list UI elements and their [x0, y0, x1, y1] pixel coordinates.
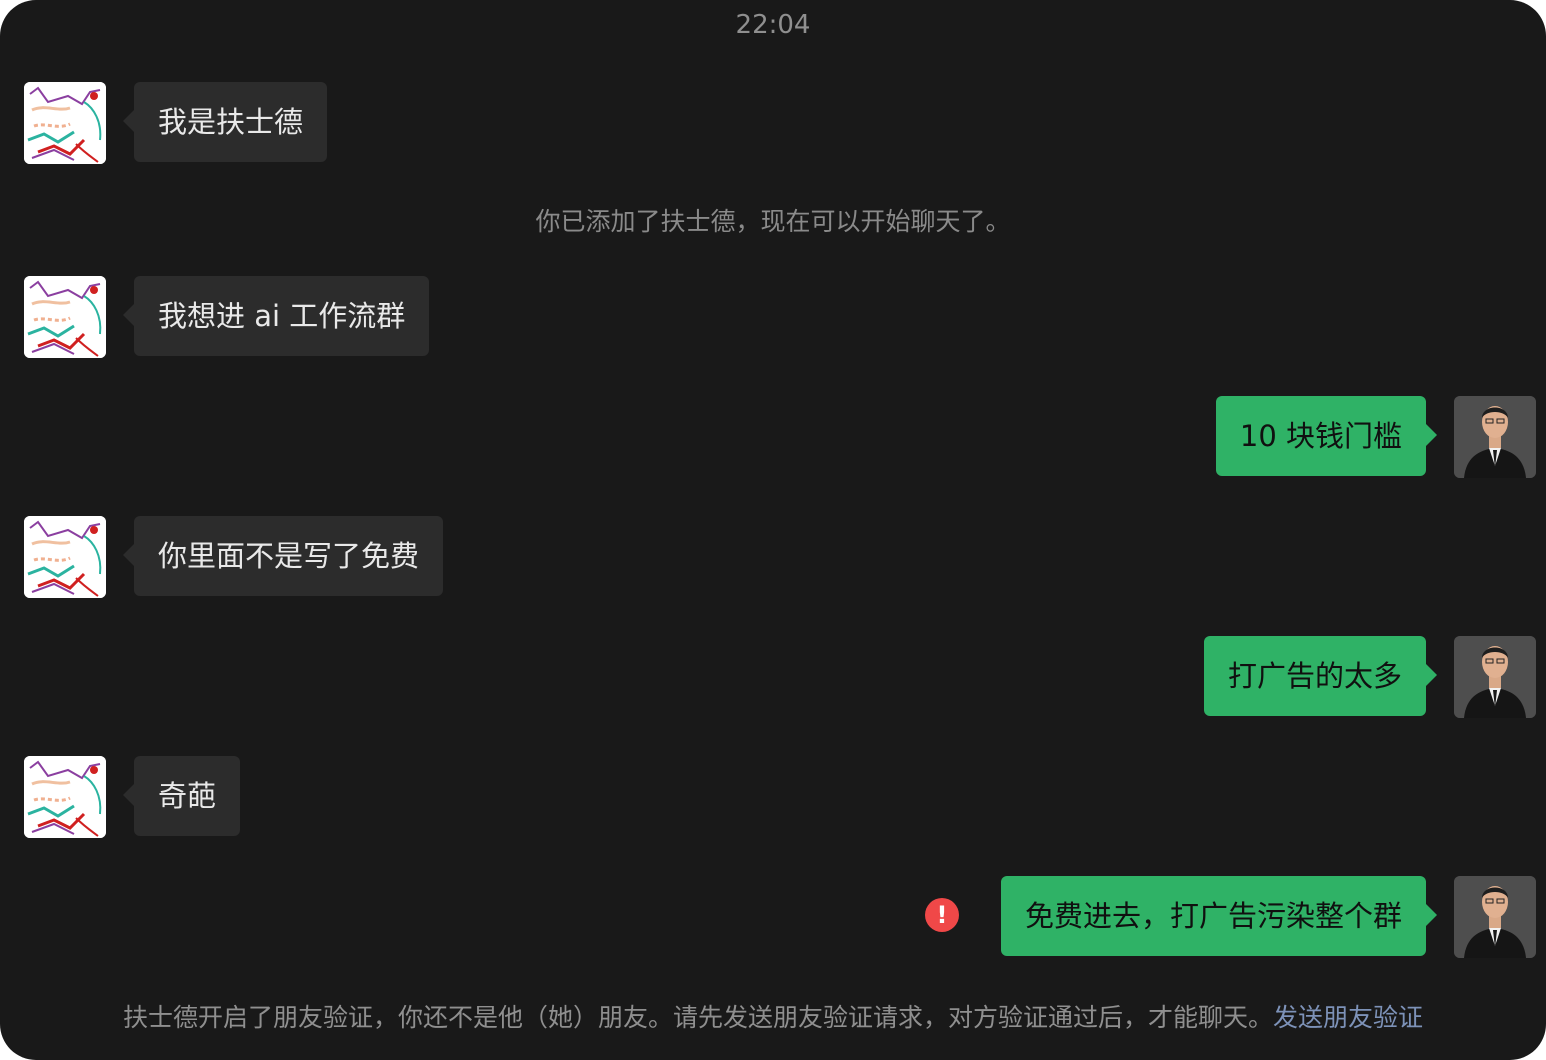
person-in-suit-avatar [1454, 396, 1536, 478]
my-avatar[interactable] [1454, 636, 1536, 718]
friend-verification-notice: 扶士德开启了朋友验证，你还不是他（她）朋友。请先发送朋友验证请求，对方验证通过后… [0, 1000, 1546, 1036]
my-avatar[interactable] [1454, 876, 1536, 958]
bubble-tail [123, 784, 134, 806]
system-notice: 你已添加了扶士德，现在可以开始聊天了。 [535, 207, 1011, 236]
message-row: 我是扶士德 [0, 82, 1546, 164]
contact-avatar[interactable] [24, 82, 106, 164]
sketch-drawing-avatar [24, 82, 106, 164]
contact-avatar[interactable] [24, 756, 106, 838]
message-text: 你里面不是写了免费 [158, 539, 420, 573]
bubble-tail [123, 544, 134, 566]
message-text: 打广告的太多 [1227, 659, 1402, 693]
message-bubble[interactable]: 打广告的太多 [1203, 636, 1437, 716]
bubble-tail [1426, 904, 1437, 926]
person-in-suit-avatar [1454, 876, 1536, 958]
message-bubble[interactable]: 我是扶士德 [123, 82, 328, 162]
message-row: 奇葩 [0, 756, 1546, 838]
exclamation-circle-icon[interactable]: ! [925, 898, 959, 932]
bubble-tail [123, 110, 134, 132]
message-text: 免费进去，打广告污染整个群 [1024, 899, 1402, 933]
message-bubble[interactable]: 奇葩 [123, 756, 241, 836]
message-bubble[interactable]: 10 块钱门槛 [1215, 396, 1437, 476]
message-row: 你里面不是写了免费 [0, 516, 1546, 598]
message-row: ! 免费进去，打广告污染整个群 [0, 876, 1546, 958]
message-bubble[interactable]: 我想进 ai 工作流群 [123, 276, 430, 356]
message-row: 打广告的太多 [0, 636, 1546, 718]
bubble-tail [123, 304, 134, 326]
message-text: 我想进 ai 工作流群 [158, 299, 406, 333]
my-avatar[interactable] [1454, 396, 1536, 478]
message-text: 奇葩 [158, 779, 217, 813]
verification-notice-text: 扶士德开启了朋友验证，你还不是他（她）朋友。请先发送朋友验证请求，对方验证通过后… [122, 1003, 1273, 1032]
message-row: 10 块钱门槛 [0, 396, 1546, 478]
message-timestamp: 22:04 [735, 10, 811, 40]
message-bubble[interactable]: 你里面不是写了免费 [123, 516, 444, 596]
message-bubble[interactable]: 免费进去，打广告污染整个群 [1000, 876, 1437, 956]
contact-avatar[interactable] [24, 516, 106, 598]
person-in-suit-avatar [1454, 636, 1536, 718]
bubble-tail [1426, 424, 1437, 446]
bubble-tail [1426, 664, 1437, 686]
message-text: 我是扶士德 [158, 105, 304, 139]
sketch-drawing-avatar [24, 756, 106, 838]
send-friend-request-link[interactable]: 发送朋友验证 [1273, 1003, 1423, 1032]
contact-avatar[interactable] [24, 276, 106, 358]
chat-window: 22:04 我是扶士德 你已添加了扶士德，现在可以开始聊天了。 我想进 ai 工… [0, 0, 1546, 1060]
sketch-drawing-avatar [24, 516, 106, 598]
message-row: 我想进 ai 工作流群 [0, 276, 1546, 358]
message-text: 10 块钱门槛 [1239, 419, 1402, 453]
sketch-drawing-avatar [24, 276, 106, 358]
